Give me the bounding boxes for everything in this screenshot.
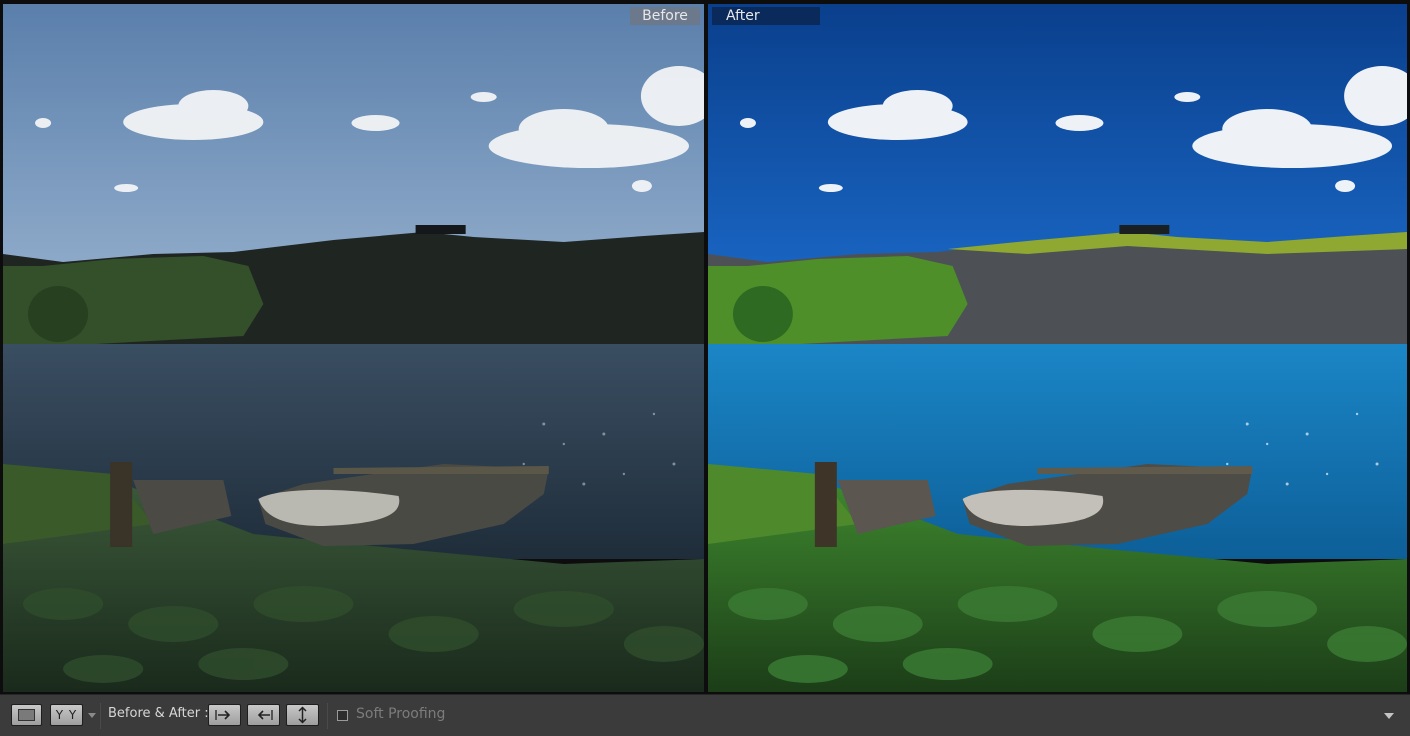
before-after-label: Before & After : (108, 706, 209, 721)
chevron-down-icon[interactable] (88, 713, 96, 718)
copy-after-to-before-button[interactable] (247, 704, 280, 726)
after-label: After (712, 7, 820, 25)
after-photo (708, 4, 1407, 692)
loupe-view-button[interactable] (11, 704, 42, 726)
soft-proofing-checkbox[interactable] (337, 710, 348, 721)
loupe-view-icon (18, 709, 35, 721)
before-photo (3, 4, 704, 692)
before-label: Before (630, 7, 700, 25)
toolbar-separator (327, 703, 328, 729)
swap-icon (298, 706, 307, 724)
before-image-pane[interactable]: Before (3, 4, 704, 692)
arrow-right-icon (215, 710, 231, 720)
compare-viewer: Before After (0, 0, 1410, 694)
before-after-yy-icon: Y Y (55, 708, 78, 722)
toolbar-menu-chevron-icon[interactable] (1384, 713, 1394, 719)
soft-proofing-label[interactable]: Soft Proofing (356, 706, 445, 722)
after-image-pane[interactable]: After (708, 4, 1407, 692)
bottom-toolbar: Y Y Before & After : Soft Proofing (0, 694, 1410, 736)
toolbar-separator (100, 703, 101, 729)
swap-before-after-button[interactable] (286, 704, 319, 726)
copy-before-to-after-button[interactable] (208, 704, 241, 726)
arrow-left-icon (257, 710, 273, 720)
before-after-mode-button[interactable]: Y Y (50, 704, 83, 726)
